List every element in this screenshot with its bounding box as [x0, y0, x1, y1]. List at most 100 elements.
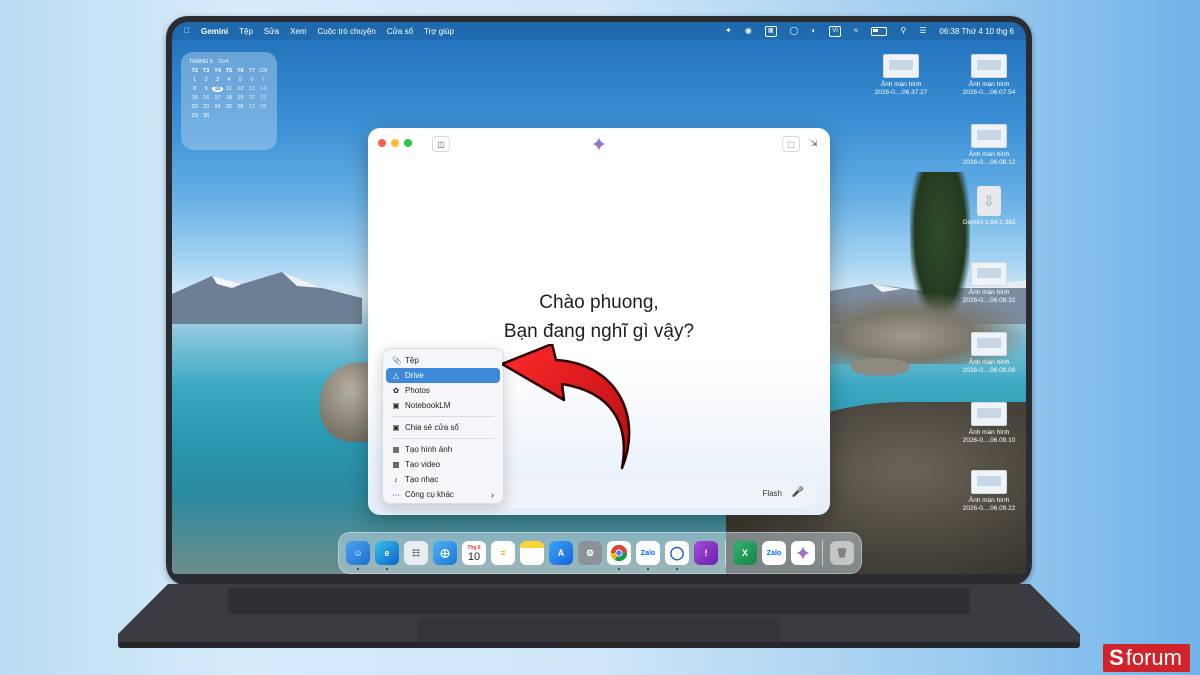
zalo-window-icon[interactable]: Zalo	[762, 541, 786, 565]
menu-item-more-tools[interactable]: ⋯ Công cụ khác ›	[386, 487, 500, 502]
minimize-window-button[interactable]	[391, 139, 399, 147]
microphone-icon[interactable]: 🎤	[792, 487, 804, 498]
reminders-icon[interactable]: ≡	[491, 541, 515, 565]
chrome-icon[interactable]	[607, 541, 631, 570]
desktop-file-installer[interactable]: ⇩ Gemini 1.64.1.362	[952, 186, 1026, 227]
gemini-app-icon[interactable]	[791, 541, 815, 565]
window-controls	[378, 139, 412, 147]
calendar-weekday: T5	[225, 68, 233, 74]
calendar-day: 19	[237, 95, 244, 101]
menu-item-files[interactable]: 📎 Tệp	[386, 353, 500, 368]
toggle-sidebar-button[interactable]: ◫	[432, 136, 450, 152]
desktop-file-screenshot[interactable]: Ảnh màn hình 2026-0....06.09.00	[952, 332, 1026, 375]
red-pointer-arrow	[502, 344, 631, 470]
desktop-file-screenshot[interactable]: Ảnh màn hình 2026-0....06.09.10	[952, 402, 1026, 445]
menu-window[interactable]: Cửa sổ	[387, 27, 413, 36]
menu-item-create-music[interactable]: ♪ Tạo nhạc	[386, 472, 500, 487]
finder-icon[interactable]: ☺	[346, 541, 370, 570]
screenshot-thumbnail-icon	[971, 402, 1007, 426]
safari-icon[interactable]: ⨁	[433, 541, 457, 565]
chrome-logo-icon	[610, 544, 628, 562]
calendar-weekday: T4	[214, 68, 221, 74]
screenshot-capture-button[interactable]: ⬚	[782, 136, 800, 152]
chevron-right-icon: ›	[491, 489, 494, 500]
menu-file[interactable]: Tệp	[239, 27, 253, 36]
launchpad-icon[interactable]: ☷	[404, 541, 428, 565]
gemini-sparkle-icon[interactable]: ✦	[725, 27, 732, 35]
calendar-day: 20	[248, 95, 255, 101]
calendar-grid: T2 T3 T4 T5 T6 T7 CN 1 2 3 4 5 6 7 8 9 1…	[189, 68, 269, 119]
dock-calendar-day: 10	[467, 551, 481, 563]
spotlight-search-icon[interactable]: ⚲	[900, 27, 906, 35]
close-window-button[interactable]	[378, 139, 386, 147]
feedback-icon[interactable]: !	[694, 541, 718, 565]
greeting-line-1: Chào phuong,	[539, 292, 659, 313]
menu-view[interactable]: Xem	[290, 27, 306, 36]
calendar-app-icon[interactable]: Thg 6 10	[462, 541, 486, 565]
notes-icon[interactable]	[520, 541, 544, 565]
zoom-window-button[interactable]	[404, 139, 412, 147]
clipboard-icon[interactable]: ▦	[764, 25, 777, 37]
desktop-file-screenshot[interactable]: Ảnh màn hình 2026-0....06.08.32	[952, 262, 1026, 305]
menu-conversation[interactable]: Cuộc trò chuyện	[318, 27, 376, 36]
notebook-icon: ▣	[392, 401, 400, 410]
desktop-screen:  Gemini Tệp Sửa Xem Cuộc trò chuyện Cửa…	[172, 22, 1026, 574]
menu-separator	[392, 416, 494, 417]
edge-browser-icon[interactable]: e	[375, 541, 399, 570]
menu-help[interactable]: Trợ giúp	[424, 27, 454, 36]
app-store-icon[interactable]: A	[549, 541, 573, 565]
apple-icon[interactable]: 	[184, 27, 190, 35]
dock-separator	[725, 540, 726, 566]
calendar-today: 10	[211, 86, 224, 92]
screenshot-thumbnail-icon	[883, 54, 919, 78]
menu-item-create-image[interactable]: ▦ Tạo hình ảnh	[386, 442, 500, 457]
trash-icon[interactable]: 🗑	[830, 541, 854, 565]
desktop-file-screenshot[interactable]: Ảnh màn hình 2026-0....06.37.27	[864, 54, 938, 97]
paperclip-icon: 📎	[392, 356, 402, 365]
shield-icon[interactable]: ◯	[790, 27, 799, 35]
onepassword-icon[interactable]: ◯	[665, 541, 689, 570]
menu-item-notebooklm[interactable]: ▣ NotebookLM	[386, 398, 500, 413]
input-language[interactable]: VI	[829, 25, 841, 37]
model-selector[interactable]: Flash	[762, 489, 782, 498]
screen-time-icon[interactable]: ◐	[811, 27, 816, 35]
sforum-logo: S forum	[1103, 644, 1190, 672]
wifi-icon[interactable]: ≈	[854, 27, 858, 35]
calendar-widget[interactable]: THÁNG 6 25/4 T2 T3 T4 T5 T6 T7 CN 1 2 3 …	[181, 52, 277, 150]
eye-icon[interactable]: ◉	[745, 27, 752, 35]
desktop-file-subtitle: 2026-0....06.08.32	[962, 297, 1016, 304]
control-center-icon[interactable]: ☰	[919, 27, 926, 35]
calendar-day: 18	[225, 95, 233, 101]
system-settings-icon[interactable]: ⚙	[578, 541, 602, 565]
desktop-file-screenshot[interactable]: Ảnh màn hình 2026-0....06.09.22	[952, 470, 1026, 513]
screenshot-thumbnail-icon	[971, 332, 1007, 356]
calendar-day: 21	[260, 95, 267, 101]
collapse-window-button[interactable]: ⇲	[806, 136, 822, 150]
dock: ☺ e ☷ ⨁ Thg 6 10 ≡ A ⚙ Zalo ◯ ! X Zalo 🗑	[338, 532, 862, 574]
screenshot-thumbnail-icon	[971, 124, 1007, 148]
menu-item-drive[interactable]: △ Drive	[386, 368, 500, 383]
dock-separator	[822, 540, 823, 566]
laptop-base	[118, 584, 1080, 648]
zalo-label: Zalo	[766, 549, 782, 557]
battery-icon[interactable]	[871, 26, 888, 36]
screenshot-thumbnail-icon	[971, 470, 1007, 494]
menu-edit[interactable]: Sửa	[264, 27, 279, 36]
image-icon: ▦	[392, 445, 400, 454]
menu-item-create-video[interactable]: ▩ Tạo video	[386, 457, 500, 472]
desktop-file-title: Ảnh màn hình	[968, 81, 1010, 88]
desktop-file-screenshot[interactable]: Ảnh màn hình 2026-0....06.08.12	[952, 124, 1026, 167]
menu-item-share-window[interactable]: ▣ Chia sẻ cửa sổ	[386, 420, 500, 435]
menu-item-photos[interactable]: ✿ Photos	[386, 383, 500, 398]
excel-document-icon[interactable]: X	[733, 541, 757, 565]
calendar-day: 23	[203, 104, 210, 110]
calendar-day: 6	[250, 77, 254, 83]
crop-frame-icon: ⬚	[787, 139, 795, 149]
calendar-day: 11	[226, 86, 232, 92]
menu-app-name[interactable]: Gemini	[201, 27, 228, 36]
attach-menu: 📎 Tệp △ Drive ✿ Photos ▣ NotebookLM ▣ Ch…	[382, 348, 504, 504]
desktop-file-screenshot[interactable]: Ảnh màn hình 2026-0....06.07.54	[952, 54, 1026, 97]
menu-datetime[interactable]: 06:38 Thứ 4 10 thg 6	[939, 27, 1014, 36]
desktop-file-subtitle: 2026-0....06.09.00	[962, 367, 1016, 374]
zalo-icon[interactable]: Zalo	[636, 541, 660, 570]
